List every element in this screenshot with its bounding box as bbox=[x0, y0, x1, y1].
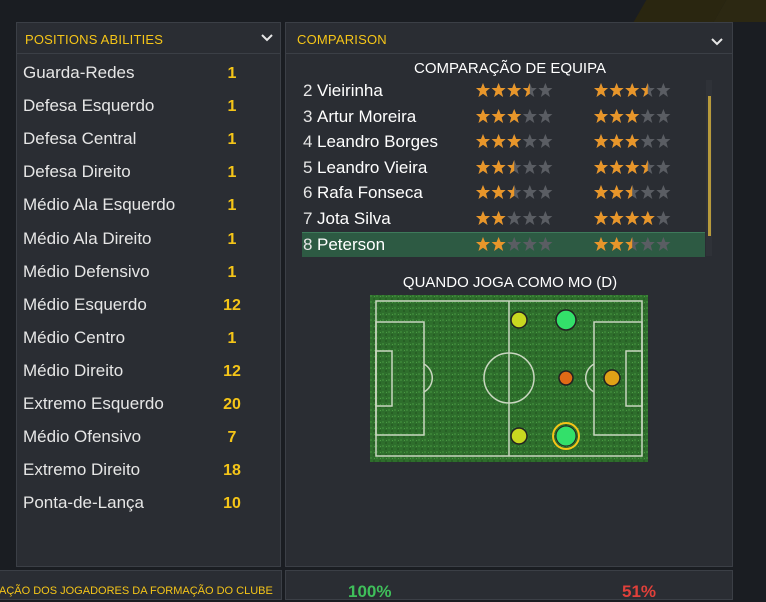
position-row: Médio Centro 1 bbox=[23, 322, 252, 355]
position-label: Defesa Direito bbox=[23, 162, 131, 182]
potential-ability-stars bbox=[594, 134, 671, 149]
percentage-right: 51% bbox=[622, 582, 657, 601]
player-row-selected[interactable]: 8 Peterson bbox=[302, 231, 705, 257]
comparison-title: COMPARISON bbox=[297, 32, 387, 47]
potential-ability-stars bbox=[594, 108, 671, 123]
current-ability-stars bbox=[476, 83, 553, 97]
position-row: Extremo Direito 18 bbox=[23, 454, 252, 487]
player-row[interactable]: 5 Leandro Vieira bbox=[302, 155, 705, 180]
player-row[interactable]: 2 Vieirinha bbox=[302, 78, 705, 103]
position-row: Médio Ala Esquerdo 1 bbox=[23, 189, 252, 222]
position-label: Ponta-de-Lança bbox=[23, 493, 144, 513]
position-value: 1 bbox=[227, 164, 237, 182]
bottom-left-text: AÇÃO DOS JOGADORES DA FORMAÇÃO DO CLUBE bbox=[0, 585, 273, 597]
bottom-left-panel: AÇÃO DOS JOGADORES DA FORMAÇÃO DO CLUBE bbox=[0, 570, 282, 600]
position-label: Defesa Esquerdo bbox=[23, 96, 155, 116]
position-label: Médio Centro bbox=[23, 327, 126, 347]
position-value: 20 bbox=[223, 396, 241, 413]
potential-ability-stars bbox=[594, 185, 671, 200]
position-row: Guarda-Redes 1 bbox=[23, 57, 252, 90]
position-dot bbox=[510, 427, 528, 445]
player-name: Rafa Fonseca bbox=[317, 183, 423, 203]
position-label: Médio Ala Esquerdo bbox=[23, 195, 176, 215]
player-name: Jota Silva bbox=[317, 209, 391, 228]
current-ability-stars bbox=[476, 236, 553, 251]
background-stripe bbox=[633, 0, 727, 22]
current-ability-stars bbox=[476, 134, 553, 149]
position-dot bbox=[603, 369, 621, 387]
position-label: Guarda-Redes bbox=[23, 63, 135, 82]
position-dot bbox=[510, 311, 528, 329]
comparison-scrollbar-thumb[interactable] bbox=[708, 96, 711, 236]
position-value: 10 bbox=[223, 495, 241, 513]
position-dot bbox=[558, 370, 574, 386]
position-label: Médio Esquerdo bbox=[23, 294, 147, 314]
player-name: Artur Moreira bbox=[317, 106, 417, 126]
position-value: 1 bbox=[227, 65, 237, 82]
position-label: Médio Ofensivo bbox=[23, 427, 142, 447]
potential-ability-stars bbox=[594, 236, 671, 251]
player-row[interactable]: 7 Jota Silva bbox=[302, 206, 705, 231]
position-row: Defesa Esquerdo 1 bbox=[23, 90, 252, 123]
position-row: Médio Esquerdo 12 bbox=[23, 289, 252, 322]
player-row[interactable]: 4 Leandro Borges bbox=[302, 129, 705, 154]
potential-ability-stars bbox=[594, 83, 671, 97]
position-label: Extremo Esquerdo bbox=[23, 394, 164, 413]
player-number: 8 bbox=[303, 234, 313, 254]
player-name: Leandro Vieira bbox=[317, 157, 428, 177]
current-ability-stars bbox=[476, 159, 553, 174]
position-label: Extremo Direito bbox=[23, 460, 141, 480]
position-value: 12 bbox=[223, 362, 241, 380]
chevron-down-icon[interactable] bbox=[708, 33, 726, 51]
position-value: 18 bbox=[223, 462, 241, 480]
player-number: 4 bbox=[303, 132, 313, 152]
player-number: 7 bbox=[303, 209, 313, 228]
position-value: 1 bbox=[227, 329, 237, 347]
position-row: Extremo Esquerdo 20 bbox=[23, 388, 252, 421]
position-value: 1 bbox=[227, 263, 237, 281]
player-row[interactable]: 6 Rafa Fonseca bbox=[302, 180, 705, 205]
player-number: 2 bbox=[303, 81, 313, 100]
position-value: 12 bbox=[223, 296, 241, 314]
position-value: 1 bbox=[227, 98, 237, 116]
positions-abilities-header: POSITIONS ABILITIES bbox=[17, 23, 280, 54]
current-ability-stars bbox=[476, 185, 553, 200]
player-name: Vieirinha bbox=[317, 81, 383, 100]
potential-ability-stars bbox=[594, 159, 671, 174]
position-row: Defesa Direito 1 bbox=[23, 156, 252, 189]
player-row[interactable]: 3 Artur Moreira bbox=[302, 104, 705, 129]
position-value: 1 bbox=[227, 230, 237, 248]
current-ability-stars bbox=[476, 108, 553, 123]
player-number: 3 bbox=[303, 106, 313, 126]
position-row: Médio Defensivo 1 bbox=[23, 256, 252, 289]
position-value: 7 bbox=[227, 429, 237, 447]
position-row: Ponta-de-Lança 10 bbox=[23, 487, 252, 520]
position-row: Médio Ala Direito 1 bbox=[23, 223, 252, 256]
position-value: 1 bbox=[227, 131, 237, 149]
position-value: 1 bbox=[227, 197, 237, 215]
pitch-heading: QUANDO JOGA COMO MO (D) bbox=[402, 274, 618, 291]
position-label: Médio Ala Direito bbox=[23, 228, 152, 248]
current-ability-stars bbox=[476, 211, 553, 225]
pitch-diagram bbox=[370, 295, 648, 462]
comparison-header: COMPARISON bbox=[286, 23, 732, 54]
player-name: Leandro Borges bbox=[317, 132, 438, 152]
position-row: Médio Direito 12 bbox=[23, 355, 252, 388]
position-label: Defesa Central bbox=[23, 129, 137, 149]
positions-abilities-panel: POSITIONS ABILITIES Guarda-Redes 1 Defesa … bbox=[16, 22, 281, 567]
positions-abilities-title: POSITIONS ABILITIES bbox=[25, 32, 164, 47]
chevron-down-icon[interactable] bbox=[258, 29, 276, 47]
potential-ability-stars bbox=[594, 211, 671, 225]
player-number: 5 bbox=[303, 157, 313, 177]
player-name: Peterson bbox=[317, 234, 386, 254]
position-row: Médio Ofensivo 7 bbox=[23, 421, 252, 454]
player-number: 6 bbox=[303, 183, 313, 203]
position-dot bbox=[555, 309, 577, 331]
position-label: Médio Direito bbox=[23, 360, 124, 380]
position-row: Defesa Central 1 bbox=[23, 123, 252, 156]
percentage-left: 100% bbox=[348, 582, 392, 601]
position-label: Médio Defensivo bbox=[23, 261, 150, 281]
position-dot bbox=[555, 425, 577, 447]
team-comparison-heading: COMPARAÇÃO DE EQUIPA bbox=[414, 60, 606, 77]
